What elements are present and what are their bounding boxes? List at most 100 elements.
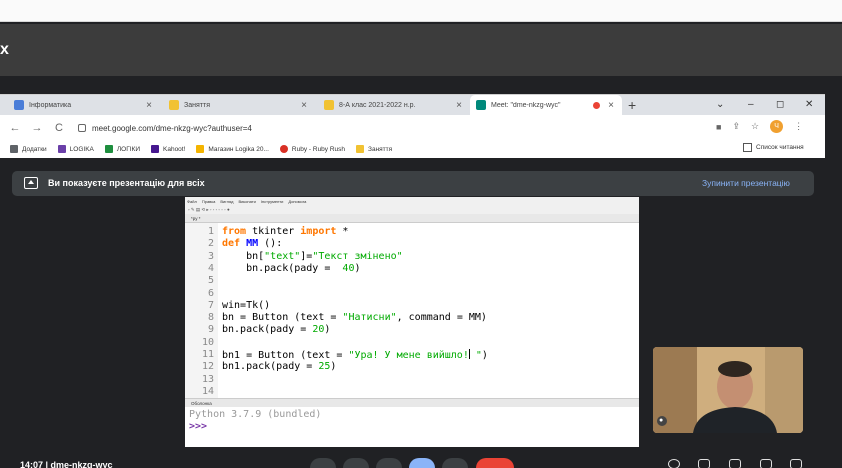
maximize-button[interactable]: ◻ [776,97,784,113]
idle-toolbar[interactable]: ▫ ✎ ▤ ⟲ ▸ ◦ ◦ ◦ ◦ ◦ ◦ ● [185,205,639,214]
bookmark-favicon-icon [57,145,66,153]
end-call-button[interactable] [476,458,514,468]
bookmark-favicon-icon [104,145,113,153]
tab-8a-class[interactable]: 8-А клас 2021-2022 н.р. × [318,95,470,115]
meet-icon [476,100,486,110]
more-options-button[interactable] [442,458,468,468]
bookmark-label: Kahoot! [163,145,186,153]
line-number: 6 [207,287,214,299]
reading-list[interactable]: Список читання [743,143,804,152]
bookmark-favicon-icon [151,145,159,153]
close-icon[interactable]: × [606,100,616,111]
bookmark-logika[interactable]: LOGIKA [57,145,94,153]
bookmark-apps[interactable]: Додатки [10,145,47,153]
reading-list-label: Список читання [756,144,804,151]
back-button[interactable]: ← [4,122,26,134]
bookmark-label: Ruby - Ruby Rush [291,145,346,153]
chat-icon[interactable] [729,459,741,468]
menu-file[interactable]: Файл [187,199,197,204]
code-text: win=Tk() [222,300,270,312]
lock-icon [78,124,86,132]
menu-kebab-icon[interactable]: ⋮ [794,121,803,132]
code-line: 12 bn1.pack(pady = 25) [185,361,639,373]
code-token: "text" [264,250,301,262]
self-view-video[interactable]: ● [653,347,803,433]
self-view-mic-icon: ● [659,417,664,424]
profile-avatar[interactable]: Ч [770,120,784,133]
code-token: * [336,226,349,237]
code-token: def [222,238,241,250]
bookmark-kahoot[interactable]: Kahoot! [151,145,185,153]
camera-button[interactable] [343,458,369,468]
tab-title: Інформатика [29,101,72,109]
menu-edit[interactable]: Правка [202,199,216,204]
address-bar[interactable]: meet.google.com/dme-nkzg-wyc?authuser=4 [78,120,708,136]
tab-meet[interactable]: Meet: "dme-nkzg-wyc" × [470,95,622,115]
outer-header [0,24,842,76]
code-token: bn = Button (text = [222,312,343,324]
reload-button[interactable]: C [48,122,70,134]
code-token: ) [481,350,488,361]
code-token: bn1.pack(pady = [222,361,319,373]
line-number: 3 [207,250,214,262]
close-icon[interactable]: × [299,100,309,111]
bookmark-zanyattya[interactable]: Заняття [356,145,392,153]
python-shell[interactable]: Python 3.7.9 (bundled) >>> [185,407,639,447]
stop-presenting-button[interactable]: Зупинити презентацію [702,178,790,188]
activities-icon[interactable] [760,459,772,468]
code-text: from tkinter import * [222,226,348,238]
new-tab-button[interactable]: + [628,96,636,114]
menu-view[interactable]: Вигляд [220,199,233,204]
info-icon[interactable] [668,459,680,468]
share-icon[interactable]: ⇪ [732,121,740,132]
close-icon[interactable]: × [144,100,154,111]
tab-search-icon[interactable]: ⌄ [716,97,724,113]
code-token: ) [354,262,361,274]
forward-button[interactable]: → [26,122,48,134]
code-token: import [300,226,337,237]
code-text: bn1 = Button (text = "Ура! У мене вийшло… [222,349,488,362]
people-icon[interactable] [698,459,710,468]
code-token: tkinter [246,226,301,237]
code-text: bn1.pack(pady = 25) [222,361,336,373]
present-button[interactable] [409,458,435,468]
code-line: 2 def MM (): [185,238,639,250]
star-icon[interactable]: ☆ [751,121,759,132]
code-line: 10 [185,337,639,349]
line-number: 8 [207,312,214,324]
bookmark-ruby-rush[interactable]: Ruby - Ruby Rush [279,145,346,153]
menu-run[interactable]: Виконати [238,199,255,204]
code-token: win=Tk() [222,299,271,311]
shell-prompt: >>> [189,421,208,432]
tab-informatika[interactable]: Інформатика × [8,95,160,115]
menu-tools[interactable]: Інструменти [261,199,284,204]
bookmark-logika-store[interactable]: Магазин Logika 20... [196,145,269,153]
code-token: "Ура! У мене вийшло! [348,350,469,361]
tab-favicon-icon [14,100,24,110]
lock-icon[interactable] [790,459,802,468]
code-token: (): [258,238,283,250]
tab-zanyattya[interactable]: Заняття × [163,95,315,115]
window-close-button[interactable]: ✕ [805,97,813,113]
tab-favicon-icon [324,100,334,110]
raise-hand-button[interactable] [376,458,402,468]
bookmark-logiky[interactable]: ЛОГІКИ [104,145,140,153]
close-icon[interactable]: x [0,40,9,60]
line-number: 11 [201,349,214,360]
drive-icon [196,145,205,153]
camera-icon[interactable]: ■ [716,122,721,132]
menu-help[interactable]: Допомога [288,199,306,204]
code-line: 6 [185,288,639,300]
code-line: 7 win=Tk() [185,300,639,312]
code-token: ) [324,324,331,336]
close-icon[interactable]: × [454,100,464,111]
code-text: bn.pack(pady = 20) [222,324,330,336]
editor-tab[interactable]: *py * [185,214,639,223]
line-number: 10 [201,336,214,348]
minimize-button[interactable]: – [748,97,754,113]
shell-tab[interactable]: Оболонка [185,398,639,407]
idle-window: Файл Правка Вигляд Виконати Інструменти … [185,197,639,447]
code-editor[interactable]: 1 from tkinter import * 2 def MM (): 3 bn["t… [185,223,639,398]
microphone-button[interactable] [310,458,336,468]
presenting-text: Ви показуєте презентацію для всіх [48,178,205,188]
